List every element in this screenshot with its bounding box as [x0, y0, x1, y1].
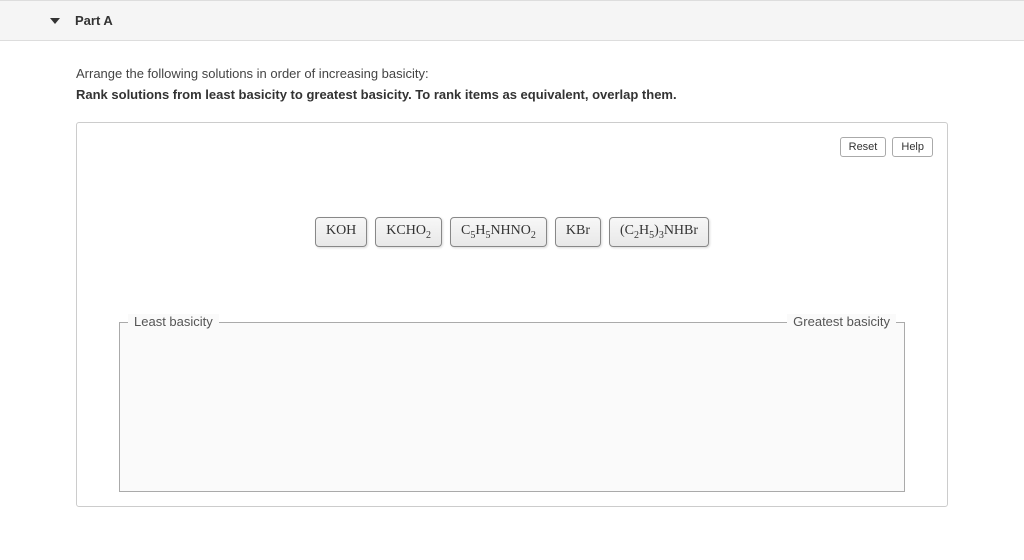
content-area: Arrange the following solutions in order…: [0, 66, 1024, 527]
part-title: Part A: [75, 13, 113, 28]
zone-label-least: Least basicity: [128, 314, 219, 329]
tile-koh[interactable]: KOH: [315, 217, 367, 247]
reset-button[interactable]: Reset: [840, 137, 887, 157]
collapse-icon: [50, 18, 60, 24]
tile-kbr[interactable]: KBr: [555, 217, 601, 247]
tile-c5h5nhno2[interactable]: C5H5NHNO2: [450, 217, 547, 247]
instruction-bold: Rank solutions from least basicity to gr…: [76, 87, 948, 102]
zone-label-greatest: Greatest basicity: [787, 314, 896, 329]
section-header[interactable]: Part A: [0, 0, 1024, 41]
button-row: Reset Help: [91, 137, 933, 157]
tile-kcho2[interactable]: KCHO2: [375, 217, 442, 247]
drop-zone[interactable]: Least basicity Greatest basicity: [119, 322, 905, 492]
help-button[interactable]: Help: [892, 137, 933, 157]
tiles-row: KOH KCHO2 C5H5NHNO2 KBr (C2H5)3NHBr: [91, 217, 933, 247]
tile-c2h53nhbr[interactable]: (C2H5)3NHBr: [609, 217, 709, 247]
work-area: Reset Help KOH KCHO2 C5H5NHNO2 KBr (C2H5…: [76, 122, 948, 507]
instruction-main: Arrange the following solutions in order…: [76, 66, 948, 81]
